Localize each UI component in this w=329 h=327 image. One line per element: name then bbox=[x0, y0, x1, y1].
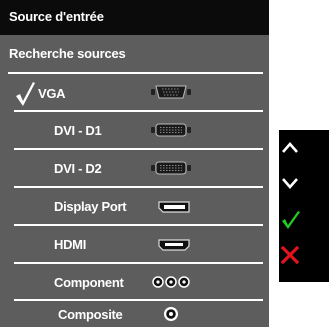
menu-title: Source d'entrée bbox=[9, 9, 104, 24]
dvi-port-icon bbox=[151, 161, 191, 175]
source-item-hdmi[interactable]: HDMI bbox=[0, 228, 269, 262]
source-item-component[interactable]: Component bbox=[0, 266, 269, 300]
source-label-component: Component bbox=[54, 275, 124, 290]
confirm-check-icon[interactable] bbox=[281, 210, 301, 230]
divider bbox=[14, 110, 263, 112]
dvi-port-icon bbox=[151, 123, 191, 137]
divider bbox=[14, 224, 263, 226]
down-arrow-icon[interactable] bbox=[281, 174, 299, 192]
composite-port-icon bbox=[164, 307, 178, 321]
displayport-icon bbox=[158, 201, 190, 213]
source-label-dvi-d2: DVI - D2 bbox=[54, 161, 102, 176]
source-item-composite[interactable]: Composite bbox=[0, 302, 269, 327]
scan-sources-label: Recherche sources bbox=[9, 46, 126, 61]
source-label-dvi-d1: DVI - D1 bbox=[54, 123, 102, 138]
source-item-display-port[interactable]: Display Port bbox=[0, 190, 269, 224]
divider bbox=[8, 72, 263, 74]
selected-check-icon bbox=[16, 82, 35, 106]
source-item-vga[interactable]: VGA bbox=[0, 77, 269, 111]
source-item-dvi-d1[interactable]: DVI - D1 bbox=[0, 114, 269, 148]
source-label-vga: VGA bbox=[38, 86, 66, 101]
hdmi-port-icon bbox=[158, 239, 190, 251]
source-item-dvi-d2[interactable]: DVI - D2 bbox=[0, 152, 269, 186]
source-label-display-port: Display Port bbox=[54, 199, 127, 214]
divider bbox=[14, 148, 263, 150]
source-label-hdmi: HDMI bbox=[54, 237, 87, 252]
input-source-menu: Source d'entrée Recherche sources VGA DV… bbox=[0, 0, 269, 327]
divider bbox=[14, 262, 263, 264]
divider bbox=[14, 186, 263, 188]
source-label-composite: Composite bbox=[58, 307, 123, 322]
up-arrow-icon[interactable] bbox=[281, 139, 299, 157]
button-legend bbox=[279, 130, 329, 282]
menu-header: Source d'entrée bbox=[0, 0, 269, 35]
scan-sources-option[interactable]: Recherche sources bbox=[0, 35, 269, 75]
divider bbox=[14, 299, 263, 301]
vga-port-icon bbox=[151, 85, 191, 99]
exit-x-icon[interactable] bbox=[281, 246, 299, 264]
component-port-icon bbox=[152, 276, 190, 288]
